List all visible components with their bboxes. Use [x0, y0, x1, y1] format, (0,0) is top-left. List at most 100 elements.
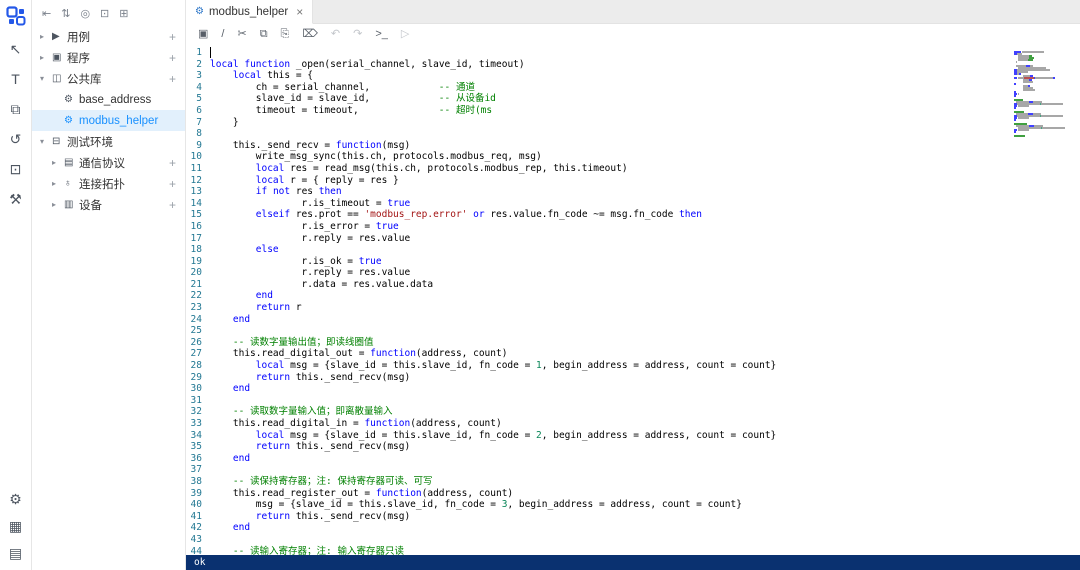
add-button[interactable]: + — [160, 198, 185, 212]
redo-icon[interactable]: ↷ — [353, 29, 362, 40]
code-line[interactable]: 12 local r = { reply = res } — [186, 175, 1080, 187]
tree-item-base-address[interactable]: ⚙ base_address — [32, 89, 185, 110]
code-line[interactable]: 27 this.read_digital_out = function(addr… — [186, 348, 1080, 360]
copy-icon[interactable]: ⧉ — [260, 29, 268, 40]
chevron-down-icon[interactable]: ▾ — [40, 74, 52, 83]
code-line[interactable]: 19 r.is_ok = true — [186, 256, 1080, 268]
terminal-icon[interactable]: >_ — [375, 29, 388, 40]
code-line[interactable]: 36 end — [186, 453, 1080, 465]
chevron-right-icon[interactable]: ▸ — [52, 179, 64, 188]
app-logo-icon[interactable] — [5, 6, 26, 26]
code-line[interactable]: 20 r.reply = res.value — [186, 267, 1080, 279]
code-line[interactable]: 44 -- 读输入寄存器；注: 输入寄存器只读 — [186, 546, 1080, 555]
code-line[interactable]: 9 this._send_recv = function(msg) — [186, 140, 1080, 152]
code-text: end — [255, 290, 273, 302]
status-bar: ok — [186, 555, 1080, 570]
code-line[interactable]: 33 this.read_digital_in = function(addre… — [186, 418, 1080, 430]
monitor-edit-icon[interactable]: ⊡ — [7, 162, 25, 176]
code-line[interactable]: 2 local function _open(serial_channel, sl… — [186, 59, 1080, 71]
code-line[interactable]: 39 this.read_register_out = function(add… — [186, 488, 1080, 500]
add-button[interactable]: + — [160, 51, 185, 65]
apps-grid-icon[interactable]: ▦ — [7, 519, 25, 533]
code-line[interactable]: 15 elseif res.prot == 'modbus_rep.error'… — [186, 209, 1080, 221]
cut-icon[interactable]: ✂ — [237, 29, 246, 40]
save-icon[interactable]: ▣ — [198, 29, 208, 40]
code-line[interactable]: 25 — [186, 325, 1080, 337]
history-icon[interactable]: ↺ — [7, 132, 25, 146]
code-line[interactable]: 38 -- 读保持寄存器；注: 保持寄存器可读、可写 — [186, 476, 1080, 488]
code-line[interactable]: 4 ch = serial_channel, -- 通道 — [186, 82, 1080, 94]
sort-icon[interactable]: ⇅ — [61, 8, 70, 20]
comment-slash-icon[interactable]: / — [221, 29, 224, 40]
code-line[interactable]: 37 — [186, 464, 1080, 476]
add-button[interactable]: + — [160, 156, 185, 170]
tree-item-test-environment[interactable]: ▾ ⊟ 测试环境 — [32, 131, 185, 152]
tree-item-devices[interactable]: ▸ ▥ 设备 + — [32, 194, 185, 215]
tree-item-modbus-helper[interactable]: ⚙ modbus_helper — [32, 110, 185, 131]
manual-book-icon[interactable]: ▤ — [7, 546, 25, 560]
locate-icon[interactable]: ◎ — [80, 8, 90, 20]
tree-item-connection-topology[interactable]: ▸ ♁ 连接拓扑 + — [32, 173, 185, 194]
tree-item-cases[interactable]: ▸ ▶ 用例 + — [32, 26, 185, 47]
code-line[interactable]: 30 end — [186, 383, 1080, 395]
code-line[interactable]: 23 return r — [186, 302, 1080, 314]
code-line[interactable]: 35 return this._send_recv(msg) — [186, 441, 1080, 453]
text-tool-icon[interactable]: T — [7, 72, 25, 86]
code-line[interactable]: 34 local msg = {slave_id = this.slave_id… — [186, 430, 1080, 442]
code-line[interactable]: 6 timeout = timeout, -- 超时(ms — [186, 105, 1080, 117]
add-button[interactable]: + — [160, 177, 185, 191]
tree-item-programs[interactable]: ▸ ▣ 程序 + — [32, 47, 185, 68]
code-line[interactable]: 11 local res = read_msg(this.ch, protoco… — [186, 163, 1080, 175]
code-line[interactable]: 3 local this = { — [186, 70, 1080, 82]
add-new-icon[interactable]: ⊞ — [119, 8, 128, 20]
tree-item-comm-protocols[interactable]: ▸ ▤ 通信协议 + — [32, 152, 185, 173]
code-line[interactable]: 41 return this._send_recv(msg) — [186, 511, 1080, 523]
code-line[interactable]: 13 if not res then — [186, 186, 1080, 198]
chevron-right-icon[interactable]: ▸ — [52, 158, 64, 167]
code-line[interactable]: 43 — [186, 534, 1080, 546]
add-button[interactable]: + — [160, 30, 185, 44]
collapse-all-icon[interactable]: ⇤ — [42, 8, 51, 20]
chevron-down-icon[interactable]: ▾ — [40, 137, 52, 146]
code-line[interactable]: 29 return this._send_recv(msg) — [186, 372, 1080, 384]
chevron-right-icon[interactable]: ▸ — [40, 53, 52, 62]
add-button[interactable]: + — [160, 72, 185, 86]
code-line[interactable]: 31 — [186, 395, 1080, 407]
code-editor[interactable]: 1 2 local function _open(serial_channel, s… — [186, 45, 1080, 555]
minimap[interactable] — [1014, 49, 1070, 137]
code-line[interactable]: 14 r.is_timeout = true — [186, 198, 1080, 210]
module-icon: ⚙ — [64, 115, 73, 126]
line-number: 6 — [196, 104, 202, 116]
code-line[interactable]: 28 local msg = {slave_id = this.slave_id… — [186, 360, 1080, 372]
delete-icon[interactable]: ⌦ — [302, 29, 318, 40]
tab-modbus-helper[interactable]: ⚙ modbus_helper × — [186, 0, 314, 24]
folder-icon[interactable]: ⊡ — [100, 8, 109, 20]
code-line[interactable]: 10 write_msg_sync(this.ch, protocols.mod… — [186, 151, 1080, 163]
tree-item-common-library[interactable]: ▾ ◫ 公共库 + — [32, 68, 185, 89]
code-line[interactable]: 8 — [186, 128, 1080, 140]
code-line[interactable]: 1 — [186, 47, 1080, 59]
code-line[interactable]: 21 r.data = res.value.data — [186, 279, 1080, 291]
code-line[interactable]: 18 else — [186, 244, 1080, 256]
code-line[interactable]: 42 end — [186, 522, 1080, 534]
code-line[interactable]: 26 -- 读数字量输出值；即读线圈值 — [186, 337, 1080, 349]
run-icon[interactable]: ▷ — [401, 29, 409, 40]
close-icon[interactable]: × — [296, 5, 303, 19]
paste-icon[interactable]: ⎘ — [281, 29, 290, 40]
code-line[interactable]: 40 msg = {slave_id = this.slave_id, fn_c… — [186, 499, 1080, 511]
chevron-right-icon[interactable]: ▸ — [52, 200, 64, 209]
chevron-right-icon[interactable]: ▸ — [40, 32, 52, 41]
code-line[interactable]: 22 end — [186, 290, 1080, 302]
code-line[interactable]: 17 r.reply = res.value — [186, 233, 1080, 245]
undo-icon[interactable]: ↶ — [331, 29, 340, 40]
code-line[interactable]: 7 } — [186, 117, 1080, 129]
code-line[interactable]: 5 slave_id = slave_id, -- 从设备id — [186, 93, 1080, 105]
code-line[interactable]: 16 r.is_error = true — [186, 221, 1080, 233]
settings-gear-icon[interactable]: ⚙ — [7, 492, 25, 506]
tab-label: modbus_helper — [208, 5, 289, 18]
tools-icon[interactable]: ⚒ — [7, 192, 25, 206]
code-line[interactable]: 24 end — [186, 314, 1080, 326]
pointer-tool-icon[interactable]: ↖ — [7, 42, 25, 56]
code-line[interactable]: 32 -- 读取数字量输入值；即离散量输入 — [186, 406, 1080, 418]
windows-icon[interactable]: ⧉ — [7, 102, 25, 116]
